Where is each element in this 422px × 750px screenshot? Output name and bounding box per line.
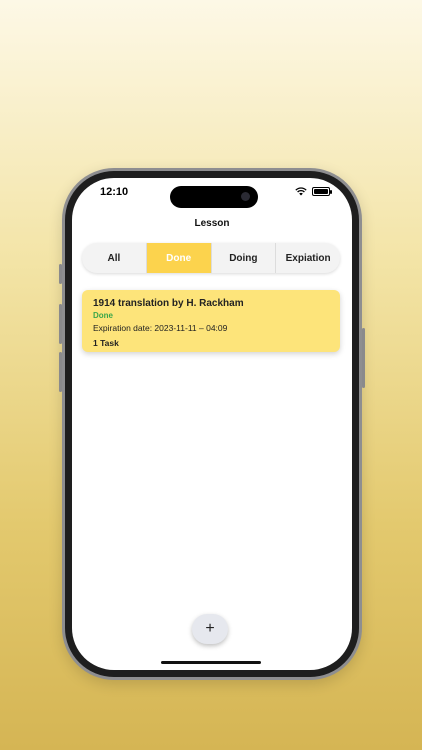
wifi-icon <box>295 187 307 196</box>
tab-doing[interactable]: Doing <box>212 243 277 273</box>
lesson-card[interactable]: 1914 translation by H. Rackham Done Expi… <box>82 290 340 352</box>
camera-icon <box>241 192 250 201</box>
dynamic-island <box>170 186 258 208</box>
tab-all[interactable]: All <box>82 243 147 273</box>
volume-up-button <box>59 304 62 344</box>
battery-icon <box>312 187 332 196</box>
lesson-task-count: 1 Task <box>93 338 119 348</box>
tab-done[interactable]: Done <box>146 243 212 273</box>
screen: 12:10 Lesson All Done Doing Expiation 19… <box>72 178 352 670</box>
volume-down-button <box>59 352 62 392</box>
power-button <box>362 328 365 388</box>
lesson-expiration-date: Expiration date: 2023-11-11 – 04:09 <box>93 323 228 333</box>
status-icons <box>295 187 332 196</box>
page-title: Lesson <box>194 218 230 229</box>
tab-expiation[interactable]: Expiation <box>276 243 340 273</box>
status-time: 12:10 <box>100 186 129 198</box>
home-indicator[interactable] <box>161 661 261 664</box>
mute-switch <box>59 264 62 284</box>
phone-frame: 12:10 Lesson All Done Doing Expiation 19… <box>59 168 365 680</box>
lesson-status-badge: Done <box>93 311 113 320</box>
plus-icon: + <box>205 620 215 637</box>
status-filter-tabs: All Done Doing Expiation <box>82 243 340 273</box>
add-lesson-button[interactable]: + <box>192 614 228 644</box>
phone-bezel: 12:10 Lesson All Done Doing Expiation 19… <box>65 171 359 677</box>
lesson-title: 1914 translation by H. Rackham <box>93 298 244 309</box>
